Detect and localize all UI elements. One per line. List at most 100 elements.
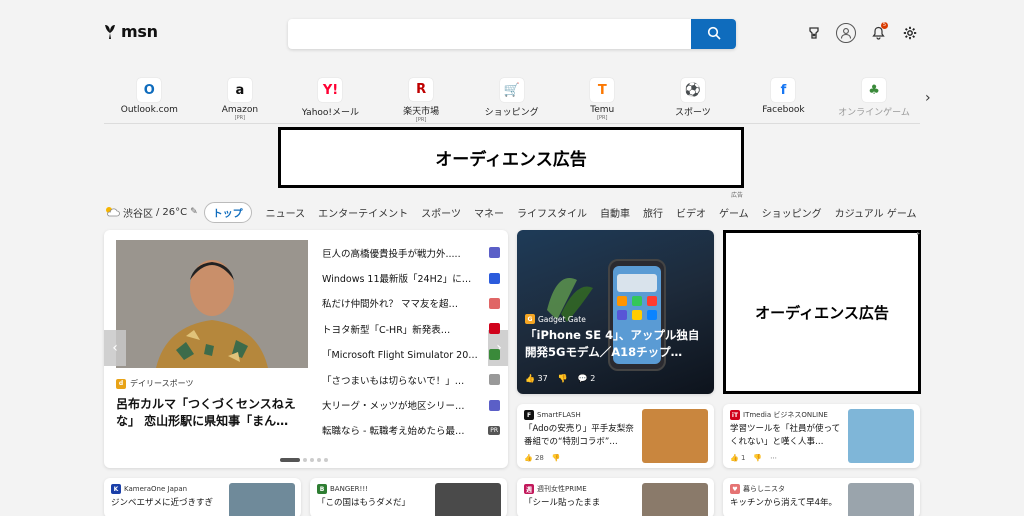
iphone-card-headline[interactable]: 「iPhone SE 4」、アップル独自開発5Gモデム／A18チップ… xyxy=(525,327,709,361)
account-avatar-icon[interactable] xyxy=(836,23,856,43)
quick-link-label: Outlook.com xyxy=(120,105,178,115)
category-tab[interactable]: ライフスタイル xyxy=(517,205,587,220)
card-headline[interactable]: 「この国はもうダメだ」 xyxy=(317,497,429,510)
category-tab[interactable]: マネー xyxy=(474,205,504,220)
comments-button[interactable]: 💬 2 xyxy=(578,374,596,383)
hero-list-item[interactable]: 大リーグ・メッツが地区シリー… xyxy=(322,392,500,417)
shopping-cart-icon: 🛒 xyxy=(499,78,524,102)
quick-links-next-chevron-icon[interactable]: › xyxy=(925,90,931,106)
quick-link-label: オンラインゲーム xyxy=(838,108,910,118)
quick-link-sports[interactable]: ⚽ スポーツ xyxy=(648,74,739,123)
publisher-logo-icon xyxy=(489,272,500,284)
msn-logo[interactable]: msn xyxy=(103,22,158,41)
news-card-bottom[interactable]: ♥ 暮らしニスタキッチンから消えて早4年。 xyxy=(723,478,920,516)
card-thumbnail[interactable] xyxy=(642,483,708,516)
quick-link-shopping-cart[interactable]: 🛒 ショッピング xyxy=(466,74,557,123)
more-options-icon[interactable]: ⋯ xyxy=(770,454,777,462)
carousel-dot-active[interactable] xyxy=(280,458,300,462)
iphone-card-source: G Gadget Gate xyxy=(525,314,586,324)
card-headline[interactable]: キッチンから消えて早4年。 xyxy=(730,497,842,510)
outlook-icon: O xyxy=(137,78,162,102)
publisher-logo-icon xyxy=(489,374,500,386)
hero-list-item[interactable]: 「Microsoft Flight Simulator 20… xyxy=(322,342,500,367)
card-headline[interactable]: ジンベエザメに近づきすぎ xyxy=(111,497,223,510)
news-card-small[interactable]: iT ITmedia ビジネスONLINE 学習ツールを「社員が使ってくれない」と嘆… xyxy=(723,404,920,468)
card-thumbnail[interactable] xyxy=(848,483,914,516)
hero-headline[interactable]: 呂布カルマ「つくづくセンスねえな」 恋山形駅に県知事「まん… xyxy=(116,396,312,430)
gadget-gate-logo-icon: G xyxy=(525,314,535,324)
quick-link-outlook[interactable]: O Outlook.com xyxy=(104,74,195,123)
carousel-dot[interactable] xyxy=(317,458,321,462)
weather-widget[interactable]: 渋谷区 / 26°C ✎ xyxy=(104,205,198,220)
dislike-icon[interactable]: 👎 xyxy=(753,454,762,462)
card-thumbnail[interactable] xyxy=(229,483,295,516)
search-button[interactable] xyxy=(691,19,736,49)
settings-gear-icon[interactable] xyxy=(900,23,920,43)
search-input[interactable] xyxy=(288,19,691,49)
quick-link-temu[interactable]: T Temu [PR] xyxy=(557,74,648,123)
quick-link-amazon[interactable]: a Amazon [PR] xyxy=(195,74,286,123)
msn-butterfly-icon xyxy=(103,23,117,41)
card-thumbnail[interactable] xyxy=(435,483,501,516)
carousel-dot[interactable] xyxy=(324,458,328,462)
hero-list-item-text: Windows 11最新版「24H2」に… xyxy=(322,274,472,286)
quick-link-rakuten[interactable]: R 楽天市場 [PR] xyxy=(376,74,467,123)
category-tab[interactable]: 旅行 xyxy=(643,205,663,220)
facebook-icon: f xyxy=(771,78,796,102)
audience-ad-side[interactable]: オーディエンス広告 xyxy=(723,230,921,394)
hero-list-item[interactable]: 「さつまいもは切らないで！」… xyxy=(322,367,500,392)
card-thumbnail[interactable] xyxy=(642,409,708,463)
hero-list-item[interactable]: トヨタ新型「C-HR」新発表… xyxy=(322,316,500,341)
iphone-card-stats: 👍 37 👎 💬 2 xyxy=(525,374,595,383)
hero-list-item[interactable]: Windows 11最新版「24H2」に… xyxy=(322,265,500,290)
notifications-bell-icon[interactable]: 5 xyxy=(868,22,888,43)
category-tab[interactable]: ニュース xyxy=(266,205,306,220)
category-tab[interactable]: ゲーム xyxy=(719,205,749,220)
category-tab[interactable]: ショッピング xyxy=(762,205,822,220)
audience-ad-banner[interactable]: オーディエンス広告 xyxy=(278,127,744,188)
card-headline[interactable]: 「シール貼ったまま xyxy=(524,497,636,510)
hero-image[interactable] xyxy=(116,240,308,368)
side-ad-text: オーディエンス広告 xyxy=(755,303,889,322)
hero-source-name: デイリースポーツ xyxy=(130,379,194,388)
tab-top[interactable]: トップ xyxy=(203,201,252,223)
carousel-dot[interactable] xyxy=(310,458,314,462)
quick-link-label: Facebook xyxy=(762,105,805,115)
hero-list-item[interactable]: 私だけ仲間外れ？ ママ友を超… xyxy=(322,291,500,316)
iphone-news-card[interactable]: G Gadget Gate 「iPhone SE 4」、アップル独自開発5Gモデ… xyxy=(517,230,714,394)
like-button[interactable]: 👍 1 xyxy=(730,454,745,462)
card-headline[interactable]: 「Adoの安売り」平手友梨奈 番組での“特別コラボ”… xyxy=(524,423,636,448)
card-headline[interactable]: 学習ツールを「社員が使ってくれない」と嘆く人事… xyxy=(730,423,842,448)
carousel-dot[interactable] xyxy=(303,458,307,462)
hero-list-item[interactable]: 巨人の高橋優貴投手が戦力外..... xyxy=(322,240,500,265)
category-tab[interactable]: スポーツ xyxy=(421,205,461,220)
publisher-logo-icon xyxy=(489,247,500,259)
category-tab[interactable]: ビデオ xyxy=(676,205,706,220)
news-card-bottom[interactable]: 週週刊女性PRIME 「シール貼ったまま xyxy=(517,478,714,516)
news-card-bottom[interactable]: B BANGER!!! 「この国はもうダメだ」 xyxy=(310,478,507,516)
news-card-bottom[interactable]: K KameraOne Japan ジンベエザメに近づきすぎ xyxy=(104,478,301,516)
hero-list-item[interactable]: 転職なら - 転職考え始めたら最… PR xyxy=(322,418,500,443)
category-tab[interactable]: 自動車 xyxy=(600,205,630,220)
header-actions: 5 xyxy=(804,22,920,43)
card-thumbnail[interactable] xyxy=(848,409,914,463)
like-button[interactable]: 👍 37 xyxy=(525,374,548,383)
online-games-icon: ♣ xyxy=(862,78,887,102)
edit-pencil-icon[interactable]: ✎ xyxy=(190,207,198,217)
rewards-icon[interactable] xyxy=(804,23,824,43)
quick-link-facebook[interactable]: f Facebook xyxy=(738,74,829,123)
category-tab[interactable]: エンターテイメント xyxy=(318,205,408,220)
ad-choices-icon[interactable]: ▸ xyxy=(917,230,920,237)
category-tab[interactable]: カジュアル ゲーム xyxy=(835,205,917,220)
quick-link-yahoo-mail[interactable]: Y! Yahoo!メール xyxy=(285,74,376,123)
news-card-small[interactable]: F SmartFLASH 「Adoの安売り」平手友梨奈 番組での“特別コラボ”… 👍 … xyxy=(517,404,714,468)
logo-text: msn xyxy=(121,22,158,41)
like-count: 28 xyxy=(534,454,544,462)
card-source: ♥ 暮らしニスタ xyxy=(730,484,785,494)
like-count: 37 xyxy=(537,374,548,383)
dislike-icon[interactable]: 👎 xyxy=(558,374,568,383)
like-button[interactable]: 👍 28 xyxy=(524,454,544,462)
hero-prev-button[interactable]: ‹ xyxy=(104,330,126,366)
dislike-icon[interactable]: 👎 xyxy=(552,454,561,462)
quick-link-online-games[interactable]: ♣ オンラインゲーム xyxy=(829,74,920,123)
